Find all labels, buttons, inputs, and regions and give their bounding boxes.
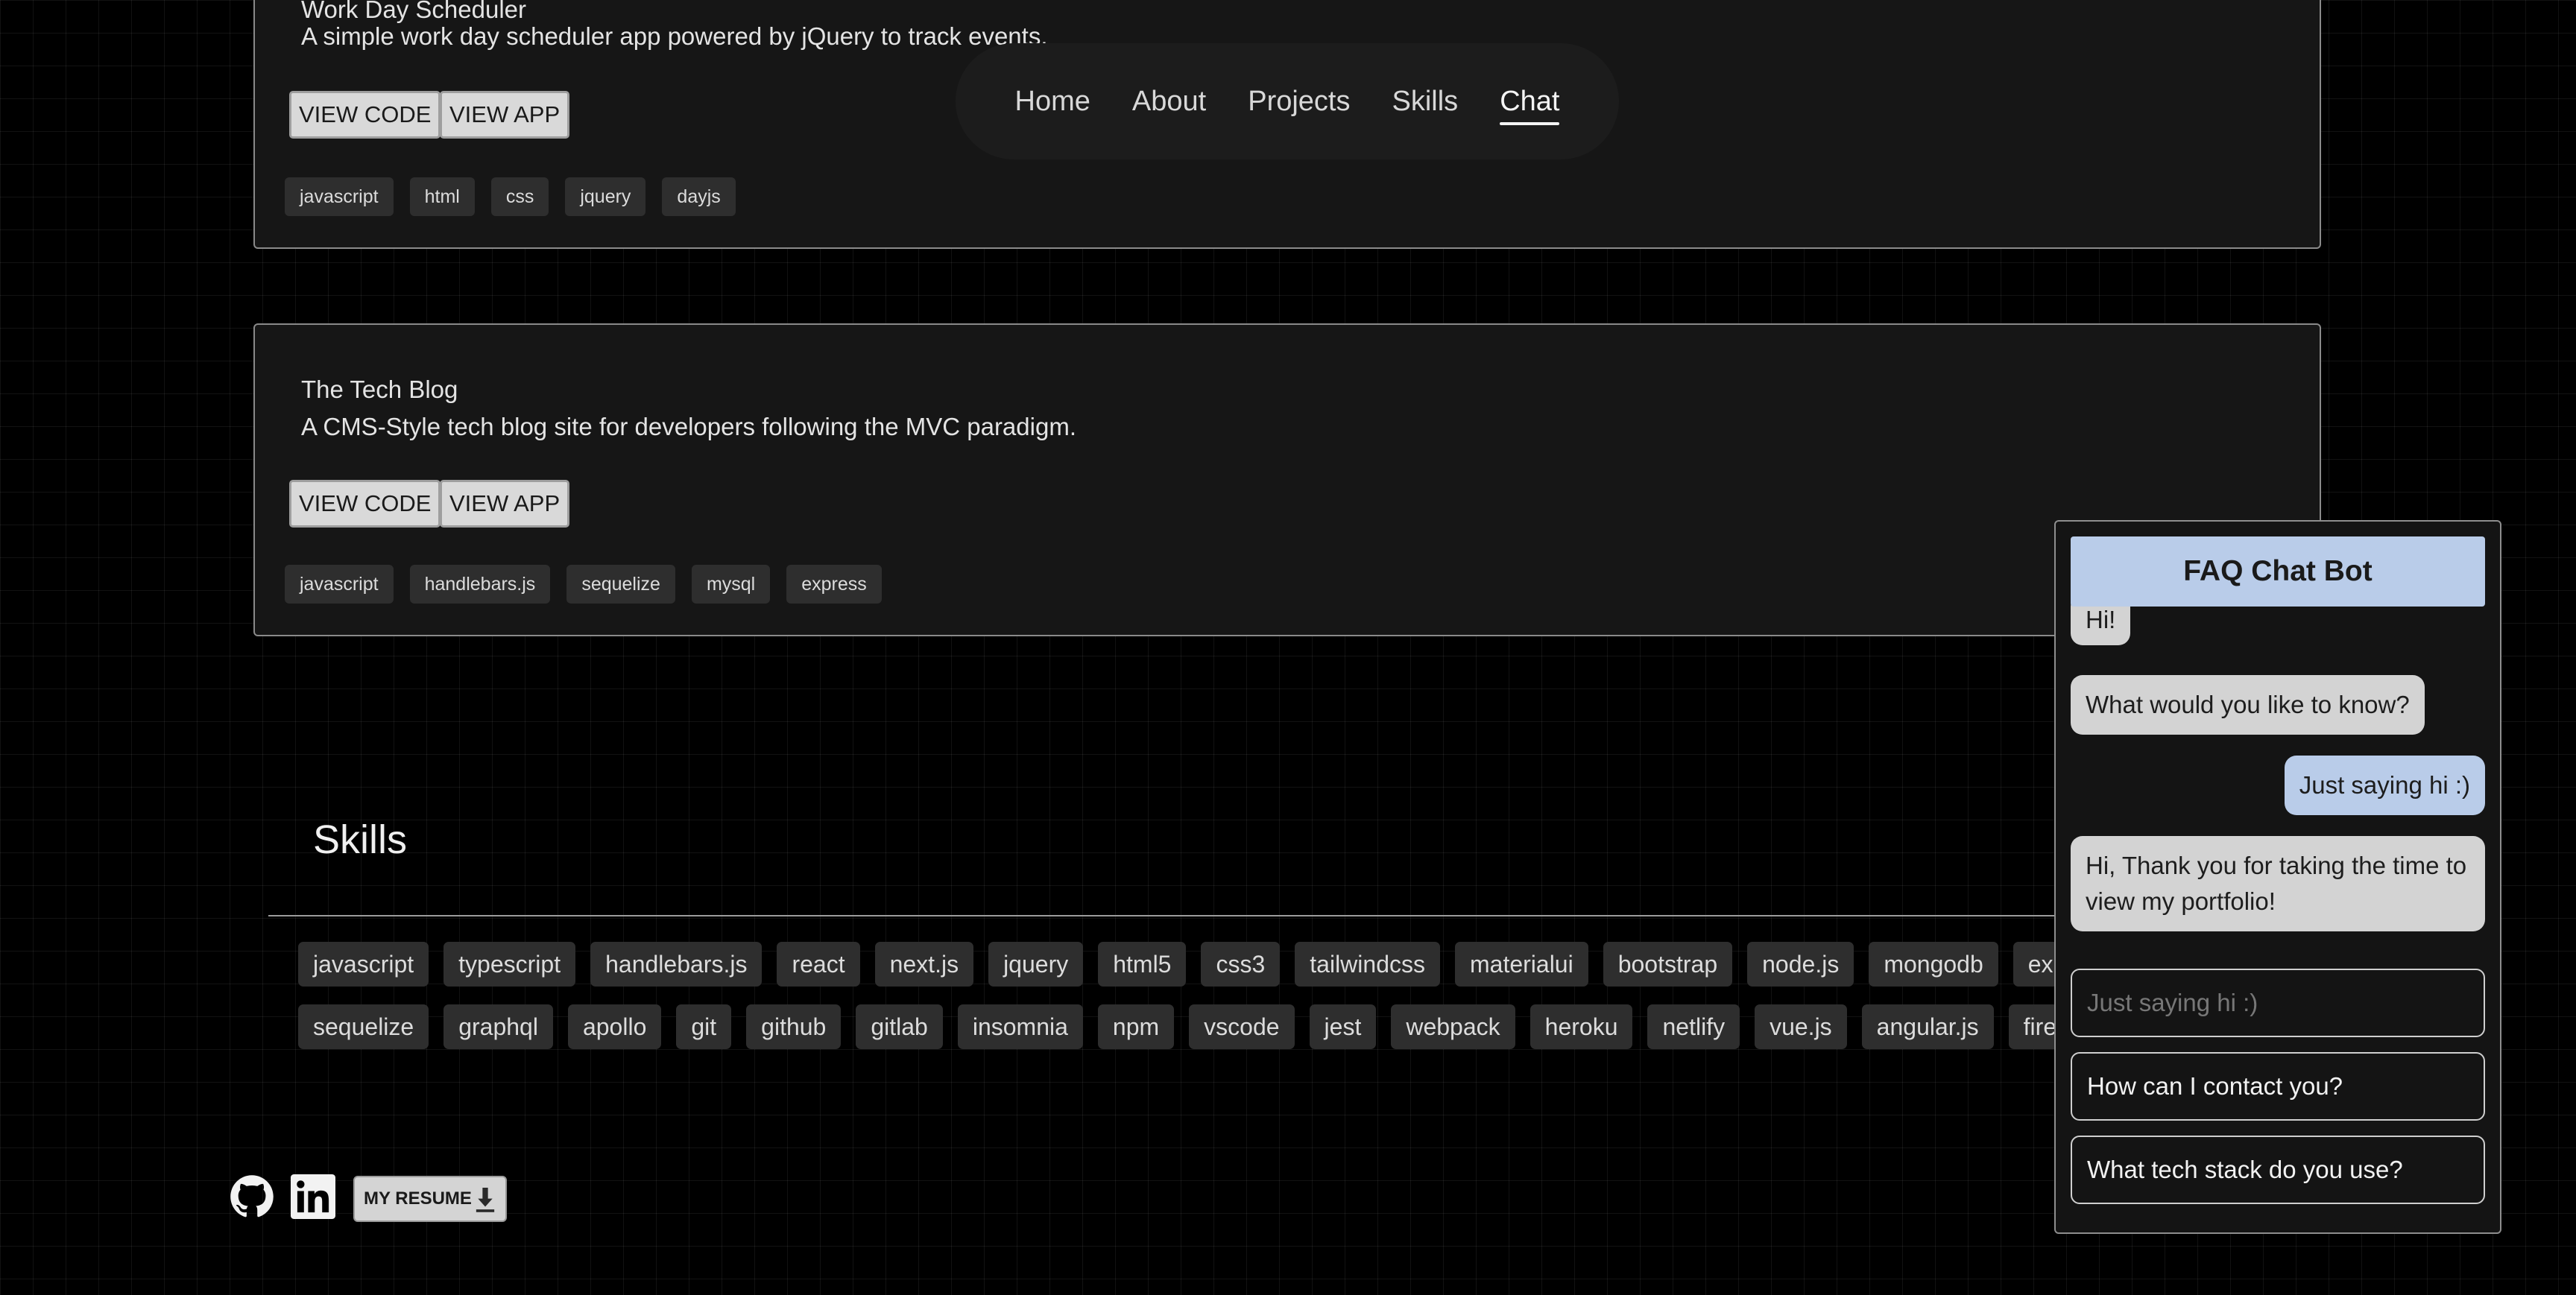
chat-input[interactable] [2071, 969, 2485, 1037]
skill-badge: mongodb [1869, 942, 1998, 987]
project-tags: javascript html css jquery dayjs [285, 177, 736, 216]
skill-badge: html5 [1098, 942, 1187, 987]
skill-badge: netlify [1647, 1004, 1740, 1049]
skill-badge: node.js [1747, 942, 1854, 987]
skill-badge: gitlab [856, 1004, 943, 1049]
tag: handlebars.js [409, 565, 551, 604]
chat-message-bot: What would you like to know? [2071, 675, 2425, 735]
chat-option-contact[interactable]: How can I contact you? [2071, 1052, 2485, 1121]
nav-item-home[interactable]: Home [1015, 86, 1090, 118]
chat-message-bot: Hi, Thank you for taking the time to vie… [2071, 836, 2485, 931]
project-card: The Tech Blog A CMS-Style tech blog site… [253, 323, 2321, 636]
linkedin-icon[interactable] [291, 1174, 335, 1219]
nav-item-projects[interactable]: Projects [1248, 86, 1350, 118]
skill-badge: insomnia [957, 1004, 1083, 1049]
skill-badge: angular.js [1861, 1004, 1994, 1049]
tag: mysql [691, 565, 771, 604]
skills-row: javascript typescript handlebars.js reac… [298, 942, 2234, 987]
faq-chat-widget: FAQ Chat Bot Hi! What would you like to … [2054, 520, 2501, 1234]
skill-badge: vue.js [1755, 1004, 1847, 1049]
skill-badge: github [746, 1004, 842, 1049]
skill-badge: javascript [298, 942, 429, 987]
tag: javascript [285, 177, 394, 216]
tag: javascript [285, 565, 394, 604]
tag: html [409, 177, 475, 216]
view-app-button[interactable]: VIEW APP [440, 480, 570, 528]
resume-button[interactable]: MY RESUME [353, 1176, 507, 1222]
nav-item-chat[interactable]: Chat [1500, 86, 1560, 125]
chat-header: FAQ Chat Bot [2071, 536, 2485, 607]
view-code-button[interactable]: VIEW CODE [289, 480, 441, 528]
download-icon [476, 1188, 495, 1212]
skills-row: sequelize graphql apollo git github gitl… [298, 1004, 2124, 1049]
view-app-button[interactable]: VIEW APP [440, 91, 570, 139]
tag: express [786, 565, 882, 604]
skill-badge: next.js [874, 942, 974, 987]
project-tags: javascript handlebars.js sequelize mysql… [285, 565, 882, 604]
skill-badge: tailwindcss [1295, 942, 1440, 987]
project-title: Work Day Scheduler [301, 0, 527, 23]
github-icon[interactable] [230, 1174, 274, 1219]
skill-badge: react [777, 942, 860, 987]
divider [268, 915, 2057, 916]
skill-badge: css3 [1201, 942, 1281, 987]
skills-heading: Skills [313, 817, 408, 862]
nav-item-skills[interactable]: Skills [1392, 86, 1459, 118]
tag: dayjs [662, 177, 736, 216]
skill-badge: bootstrap [1603, 942, 1733, 987]
skill-badge: materialui [1454, 942, 1588, 987]
project-description: A simple work day scheduler app powered … [301, 22, 1048, 50]
nav-item-about[interactable]: About [1132, 86, 1206, 118]
skill-badge: apollo [567, 1004, 662, 1049]
skill-badge: npm [1097, 1004, 1175, 1049]
project-title: The Tech Blog [301, 376, 458, 403]
skill-badge: heroku [1530, 1004, 1633, 1049]
resume-label: MY RESUME [364, 1188, 472, 1209]
skill-badge: typescript [443, 942, 576, 987]
skill-badge: sequelize [298, 1004, 429, 1049]
skill-badge: jquery [988, 942, 1084, 987]
tag: sequelize [566, 565, 675, 604]
project-description: A CMS-Style tech blog site for developer… [301, 413, 1076, 440]
chat-option-tech-stack[interactable]: What tech stack do you use? [2071, 1136, 2485, 1204]
skill-badge: vscode [1189, 1004, 1295, 1049]
skill-badge: graphql [443, 1004, 553, 1049]
main-nav: Home About Projects Skills Chat [956, 43, 1619, 159]
skill-badge: jest [1309, 1004, 1377, 1049]
skill-badge: git [676, 1004, 732, 1049]
view-code-button[interactable]: VIEW CODE [289, 91, 441, 139]
chat-message-user: Just saying hi :) [2284, 756, 2485, 815]
skill-badge: handlebars.js [590, 942, 763, 987]
skill-badge: webpack [1391, 1004, 1515, 1049]
tag: jquery [565, 177, 646, 216]
tag: css [490, 177, 549, 216]
